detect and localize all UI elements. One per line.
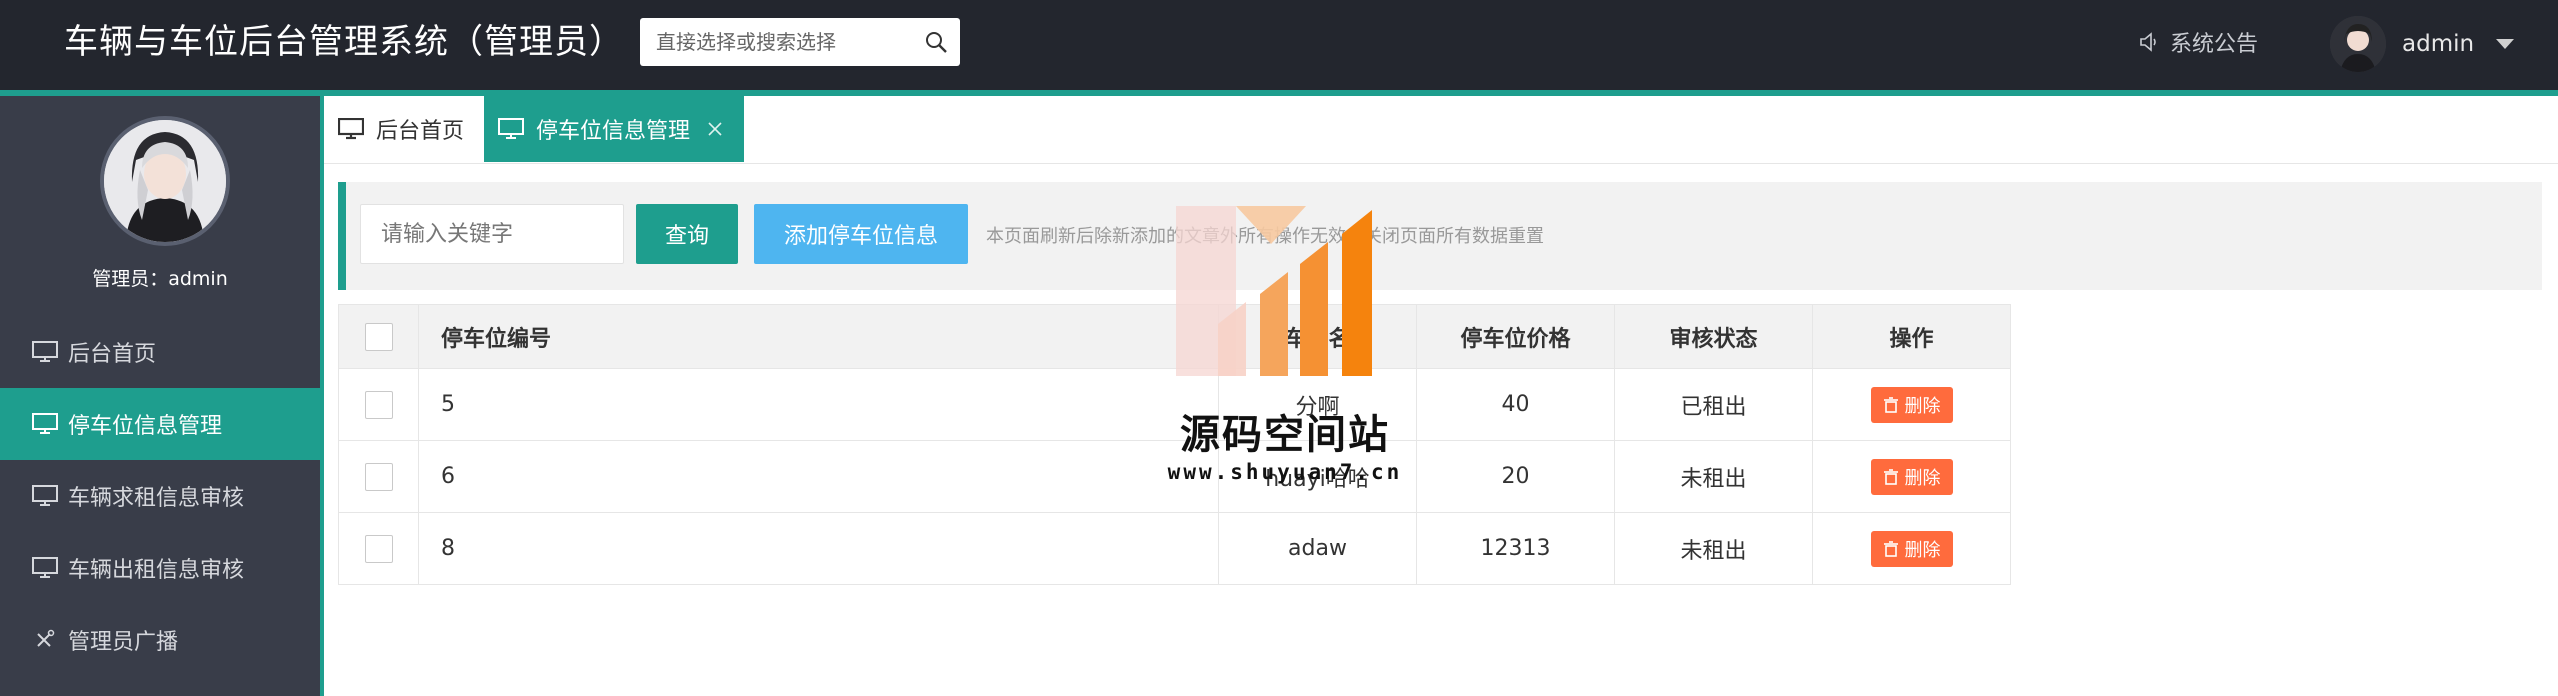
chevron-down-icon[interactable] [2496, 39, 2515, 49]
column-header: 操作 [1812, 304, 2011, 369]
add-parking-button[interactable]: 添加停车位信息 [754, 204, 968, 264]
profile-name: 管理员：admin [92, 268, 228, 290]
cell-status: 未租出 [1614, 512, 1813, 585]
sidebar-item-label: 车辆出租信息审核 [68, 558, 245, 583]
sidebar-item-label: 后台首页 [68, 342, 157, 367]
sidebar-item-broadcast[interactable]: 管理员广播 [0, 604, 320, 676]
tools-icon [37, 629, 55, 647]
column-header: 审核状态 [1614, 304, 1813, 369]
watermark-logo [1176, 206, 1372, 376]
monitor-icon [32, 413, 58, 434]
cell-price: 12313 [1416, 512, 1615, 585]
notice-label: 系统公告 [2170, 32, 2259, 57]
column-header: 停车位编号 [418, 304, 1219, 369]
trash-icon [1883, 468, 1898, 485]
profile-avatar [100, 116, 230, 246]
search-icon[interactable] [924, 30, 948, 54]
keyword-input[interactable] [360, 204, 624, 264]
monitor-icon [32, 557, 58, 578]
trash-icon [1883, 396, 1898, 413]
cell-status: 未租出 [1614, 440, 1813, 513]
sidebar: 管理员：admin 后台首页 停车位信息管理 车辆求租信息审核 车辆出租信息审核… [0, 96, 320, 696]
delete-label: 删除 [1904, 395, 1941, 417]
tab-label: 停车位信息管理 [536, 119, 691, 144]
column-header: 停车位价格 [1416, 304, 1615, 369]
search-toolbar: 查询 添加停车位信息 本页面刷新后除新添加的文章外所有操作无效，关闭页面所有数据… [338, 182, 2542, 290]
watermark-text: 源码空间站 [1180, 412, 1390, 458]
watermark: 源码空间站 www.shuyuan7.cn [1160, 206, 1410, 496]
select-all-checkbox[interactable] [364, 322, 393, 351]
header-search[interactable] [640, 18, 960, 66]
tab-label: 后台首页 [376, 119, 465, 144]
monitor-icon [498, 118, 524, 139]
row-checkbox[interactable] [364, 534, 393, 563]
cell-status: 已租出 [1614, 368, 1813, 441]
select-all-cell [338, 304, 419, 369]
watermark-url: www.shuyuan7.cn [1167, 460, 1403, 484]
trash-icon [1883, 540, 1898, 557]
sidebar-item-parking-management[interactable]: 停车位信息管理 [0, 388, 320, 460]
monitor-icon [338, 118, 364, 140]
system-notice[interactable]: 系统公告 [2138, 24, 2258, 60]
tab-parking-management[interactable]: 停车位信息管理 [484, 96, 744, 162]
query-button[interactable]: 查询 [636, 204, 738, 264]
delete-button[interactable]: 删除 [1870, 386, 1953, 423]
monitor-icon [32, 341, 58, 362]
sidebar-nav: 后台首页 停车位信息管理 车辆求租信息审核 车辆出租信息审核 管理员广播 [0, 316, 320, 676]
cell-no: 5 [418, 368, 1219, 441]
cell-name: adaw [1218, 512, 1417, 585]
sidebar-item-label: 车辆求租信息审核 [68, 486, 245, 511]
header-search-input[interactable] [640, 18, 910, 66]
avatar [2330, 16, 2386, 72]
close-icon[interactable] [706, 120, 724, 138]
tab-home[interactable]: 后台首页 [338, 96, 484, 162]
sidebar-accent-edge [320, 96, 324, 696]
sidebar-item-rent-out-review[interactable]: 车辆出租信息审核 [0, 532, 320, 604]
speaker-icon [2140, 32, 2156, 52]
cell-no: 6 [418, 440, 1219, 513]
app-title: 车辆与车位后台管理系统（管理员） [64, 22, 624, 62]
delete-button[interactable]: 删除 [1870, 530, 1953, 567]
cell-price: 40 [1416, 368, 1615, 441]
table-row: 8 adaw 12313 未租出 删除 [338, 512, 2011, 585]
monitor-icon [32, 485, 58, 506]
cell-no: 8 [418, 512, 1219, 585]
sidebar-item-rent-request-review[interactable]: 车辆求租信息审核 [0, 460, 320, 532]
username: admin [2402, 31, 2475, 57]
row-checkbox[interactable] [364, 462, 393, 491]
sidebar-item-label: 管理员广播 [68, 630, 179, 655]
user-menu[interactable]: admin [2330, 16, 2515, 72]
delete-label: 删除 [1904, 467, 1941, 489]
delete-button[interactable]: 删除 [1870, 458, 1953, 495]
tab-bar: 后台首页 停车位信息管理 [324, 96, 2558, 164]
cell-price: 20 [1416, 440, 1615, 513]
top-header: 车辆与车位后台管理系统（管理员） 系统公告 admin [0, 0, 2558, 90]
delete-label: 删除 [1904, 539, 1941, 561]
sidebar-item-home[interactable]: 后台首页 [0, 316, 320, 388]
sidebar-item-label: 停车位信息管理 [68, 414, 223, 439]
row-checkbox[interactable] [364, 390, 393, 419]
